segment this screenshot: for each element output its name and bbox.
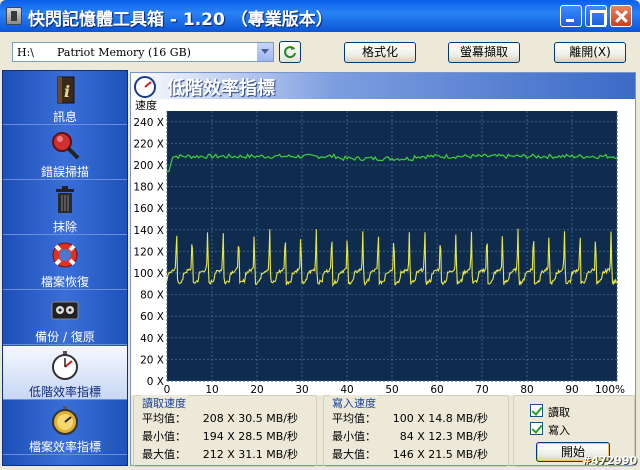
stat-label: 最小值： bbox=[142, 430, 186, 443]
y-tick-label: 40 X bbox=[140, 333, 164, 345]
stat-label: 平均值： bbox=[142, 412, 186, 425]
y-tick-label: 180 X bbox=[133, 182, 164, 194]
x-tick-label: 50 bbox=[385, 384, 398, 395]
drive-name: Patriot Memory (16 GB) bbox=[57, 45, 191, 59]
stat-value: 208 X 30.5 MB/秒 bbox=[202, 412, 298, 425]
stat-label: 最大值： bbox=[332, 448, 376, 461]
sidebar-item-file-benchmark[interactable]: 檔案效率指標 bbox=[3, 401, 127, 455]
sidebar-item-error-scan[interactable]: 錯誤掃描 bbox=[3, 126, 127, 180]
maximize-button[interactable] bbox=[585, 5, 607, 27]
x-tick-label: 10 bbox=[205, 384, 218, 395]
stat-label: 最小值： bbox=[332, 430, 376, 443]
write-speed-title: 寫入速度 bbox=[330, 395, 378, 411]
sidebar-item-erase[interactable]: 抹除 bbox=[3, 181, 127, 235]
y-tick-label: 60 X bbox=[140, 311, 164, 323]
trash-icon bbox=[56, 186, 74, 213]
write-min-row: 最小值： 84 X 12.3 MB/秒 bbox=[332, 428, 510, 444]
read-checkbox-label: 讀取 bbox=[548, 406, 570, 419]
read-min-row: 最小值： 194 X 28.5 MB/秒 bbox=[142, 428, 320, 444]
main-panel: 低階效率指標 速度 0 X 20 X 40 X 60 X 80 X 100 X 120 X 14… bbox=[130, 72, 636, 467]
y-tick-label: 240 X bbox=[133, 117, 164, 129]
sidebar-item-label: 抹除 bbox=[52, 220, 77, 234]
sidebar: i 訊息 錯誤掃描 抹除 檔案恢復 備份 / 復原 低階效率指標 檔案效率指標 bbox=[2, 70, 128, 466]
title-bar[interactable]: 快閃記憶體工具箱 - 1.20 （專業版本） bbox=[0, 0, 640, 32]
checkbox-checked-icon[interactable] bbox=[530, 404, 543, 417]
format-button[interactable]: 格式化 bbox=[344, 42, 416, 63]
magnifier-icon bbox=[52, 132, 80, 160]
stat-value: 146 X 21.5 MB/秒 bbox=[392, 448, 488, 461]
sidebar-item-label: 低階效率指標 bbox=[28, 385, 101, 399]
panel-title: 低階效率指標 bbox=[167, 78, 275, 99]
y-tick-label: 200 X bbox=[133, 160, 164, 172]
svg-text:i: i bbox=[64, 82, 70, 101]
y-tick-label: 220 X bbox=[133, 138, 164, 150]
write-speed-group: 寫入速度 平均值： 100 X 14.8 MB/秒 最小值： 84 X 12.3… bbox=[323, 395, 509, 467]
screen-capture-button[interactable]: 螢幕擷取 bbox=[448, 42, 520, 63]
chevron-down-icon[interactable] bbox=[256, 43, 273, 61]
x-tick-label: 60 bbox=[430, 384, 443, 395]
sidebar-item-label: 檔案恢復 bbox=[40, 275, 89, 289]
x-tick-label: 30 bbox=[295, 384, 308, 395]
y-tick-label: 80 X bbox=[140, 290, 164, 302]
x-tick-label: 100% bbox=[595, 384, 625, 395]
stopwatch-icon bbox=[52, 351, 78, 380]
write-checkbox-label: 寫入 bbox=[548, 424, 570, 437]
speed-chart: 速度 0 X 20 X 40 X 60 X 80 X 100 X 120 X 140 X 160 … bbox=[131, 99, 635, 395]
close-button[interactable] bbox=[610, 5, 632, 27]
x-tick-label: 70 bbox=[475, 384, 488, 395]
stopwatch-icon bbox=[134, 76, 156, 98]
stopwatch-gold-icon bbox=[52, 406, 78, 435]
stat-value: 100 X 14.8 MB/秒 bbox=[392, 412, 488, 425]
sidebar-item-info[interactable]: i 訊息 bbox=[3, 71, 127, 125]
drive-select[interactable]: H:\ Patriot Memory (16 GB) bbox=[12, 42, 274, 62]
y-tick-label: 140 X bbox=[133, 225, 164, 237]
drive-letter: H:\ bbox=[17, 45, 35, 59]
sidebar-item-label: 訊息 bbox=[52, 110, 77, 124]
speed-chart-svg: 速度 0 X 20 X 40 X 60 X 80 X 100 X 120 X 140 X 160 … bbox=[133, 99, 625, 395]
stat-value: 84 X 12.3 MB/秒 bbox=[399, 430, 488, 443]
x-tick-label: 90 bbox=[565, 384, 578, 395]
y-tick-label: 160 X bbox=[133, 203, 164, 215]
sidebar-item-backup-restore[interactable]: 備份 / 復原 bbox=[3, 291, 127, 345]
exit-button[interactable]: 離開(X) bbox=[554, 42, 626, 63]
write-average-row: 平均值： 100 X 14.8 MB/秒 bbox=[332, 410, 510, 426]
read-average-row: 平均值： 208 X 30.5 MB/秒 bbox=[142, 410, 320, 426]
sidebar-item-low-level-benchmark[interactable]: 低階效率指標 bbox=[3, 346, 127, 400]
app-icon bbox=[6, 7, 22, 25]
x-tick-label: 80 bbox=[520, 384, 533, 395]
sidebar-item-file-recovery[interactable]: 檔案恢復 bbox=[3, 236, 127, 290]
read-max-row: 最大值： 212 X 31.1 MB/秒 bbox=[142, 446, 320, 462]
refresh-button[interactable] bbox=[279, 41, 301, 63]
write-checkbox[interactable]: 寫入 bbox=[530, 422, 610, 437]
sidebar-item-label: 錯誤掃描 bbox=[40, 165, 89, 179]
lifebuoy-icon bbox=[52, 242, 78, 268]
checkbox-checked-icon[interactable] bbox=[530, 422, 543, 435]
read-speed-group: 讀取速度 平均值： 208 X 30.5 MB/秒 最小值： 194 X 28.… bbox=[133, 395, 317, 467]
refresh-icon bbox=[284, 46, 296, 59]
panel-header: 低階效率指標 bbox=[131, 73, 635, 99]
y-tick-label: 20 X bbox=[140, 354, 164, 366]
minimize-button[interactable] bbox=[560, 5, 582, 27]
read-checkbox[interactable]: 讀取 bbox=[530, 404, 610, 419]
toolbar: H:\ Patriot Memory (16 GB) 格式化 螢幕擷取 離開(X… bbox=[0, 32, 640, 70]
tape-icon bbox=[51, 301, 79, 320]
x-tick-label: 20 bbox=[250, 384, 263, 395]
info-icon: i bbox=[57, 76, 75, 104]
y-tick-label: 100 X bbox=[133, 268, 164, 280]
read-speed-title: 讀取速度 bbox=[140, 395, 188, 411]
stat-label: 平均值： bbox=[332, 412, 376, 425]
y-tick-label: 120 X bbox=[133, 246, 164, 258]
watermark: #472990 bbox=[582, 454, 638, 467]
y-tick-label: 0 X bbox=[147, 376, 164, 388]
sidebar-item-label: 檔案效率指標 bbox=[28, 440, 101, 454]
x-tick-label: 0 bbox=[164, 384, 171, 395]
sidebar-item-label: 備份 / 復原 bbox=[35, 330, 95, 344]
stat-value: 212 X 31.1 MB/秒 bbox=[202, 448, 298, 461]
stat-value: 194 X 28.5 MB/秒 bbox=[202, 430, 298, 443]
write-max-row: 最大值： 146 X 21.5 MB/秒 bbox=[332, 446, 510, 462]
stat-label: 最大值： bbox=[142, 448, 186, 461]
window-title: 快閃記憶體工具箱 - 1.20 （專業版本） bbox=[28, 10, 333, 30]
y-axis-label: 速度 bbox=[135, 99, 157, 112]
x-tick-label: 40 bbox=[340, 384, 353, 395]
